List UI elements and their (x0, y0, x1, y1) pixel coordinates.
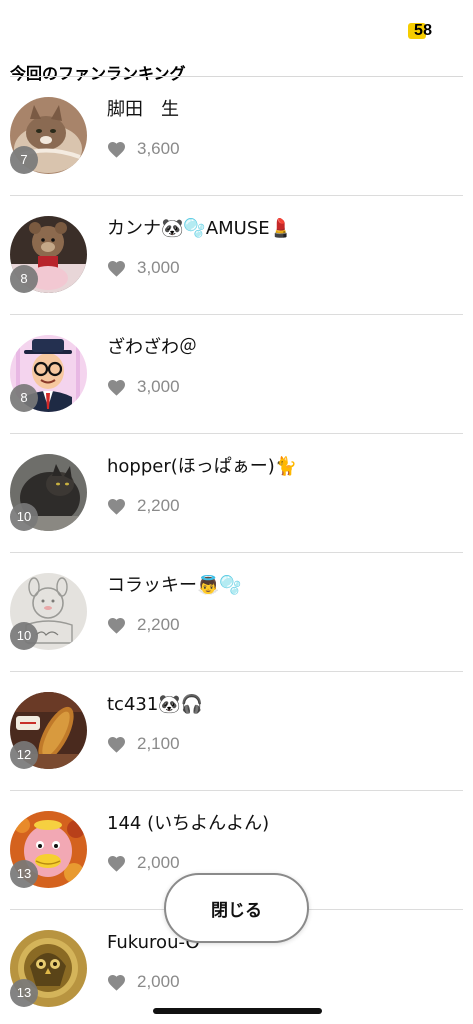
like-heart-icon (108, 974, 125, 991)
fan-row[interactable]: 10 コラッキー👼🫧 2,200 (0, 553, 473, 672)
home-indicator[interactable] (153, 1008, 322, 1014)
like-count: 3,000 (107, 257, 180, 279)
rank-badge: 7 (10, 146, 38, 174)
like-count: 2,100 (107, 733, 180, 755)
like-count-value: 3,000 (137, 258, 180, 277)
like-heart-icon (108, 855, 125, 872)
fan-name: 脚田 生 (107, 99, 179, 120)
fan-name: 144 (いちよんよん) (107, 813, 270, 834)
like-count-value: 2,100 (137, 734, 180, 753)
like-heart-icon (108, 736, 125, 753)
rank-badge: 10 (10, 622, 38, 650)
like-count: 3,600 (107, 138, 180, 160)
fan-name: hopper(ほっぱぁー)🐈 (107, 456, 298, 477)
like-count-value: 2,000 (137, 853, 180, 872)
like-count-value: 2,200 (137, 496, 180, 515)
rank-badge: 8 (10, 384, 38, 412)
rank-badge: 10 (10, 503, 38, 531)
fan-row[interactable]: 8 カンナ🐼🫧AMUSE💄 3,000 (0, 196, 473, 315)
like-count: 2,000 (107, 971, 180, 993)
rank-badge: 13 (10, 979, 38, 1007)
badge-count: 58 (414, 22, 433, 39)
like-count: 2,200 (107, 614, 180, 636)
rank-badge: 13 (10, 860, 38, 888)
rank-badge: 8 (10, 265, 38, 293)
like-count: 3,000 (107, 376, 180, 398)
like-count: 2,000 (107, 852, 180, 874)
rank-badge: 12 (10, 741, 38, 769)
fan-row[interactable]: 12 tc431🐼🎧 2,100 (0, 672, 473, 791)
like-count-value: 2,200 (137, 615, 180, 634)
fan-name: ざわざわ＠ (107, 337, 197, 358)
like-count-value: 2,000 (137, 972, 180, 991)
like-count-value: 3,000 (137, 377, 180, 396)
like-heart-icon (108, 260, 125, 277)
like-count-value: 3,600 (137, 139, 180, 158)
close-button[interactable]: 閉じる (164, 873, 309, 943)
fan-name: カンナ🐼🫧AMUSE💄 (107, 218, 293, 239)
fan-name: tc431🐼🎧 (107, 694, 204, 715)
fan-name: コラッキー👼🫧 (107, 575, 242, 596)
like-heart-icon (108, 498, 125, 515)
like-heart-icon (108, 141, 125, 158)
like-heart-icon (108, 617, 125, 634)
fan-row[interactable]: 7 脚田 生 3,600 (0, 77, 473, 196)
fan-row[interactable]: 8 ざわざわ＠ 3,000 (0, 315, 473, 434)
fan-row[interactable]: 10 hopper(ほっぱぁー)🐈 2,200 (0, 434, 473, 553)
like-count: 2,200 (107, 495, 180, 517)
like-heart-icon (108, 379, 125, 396)
